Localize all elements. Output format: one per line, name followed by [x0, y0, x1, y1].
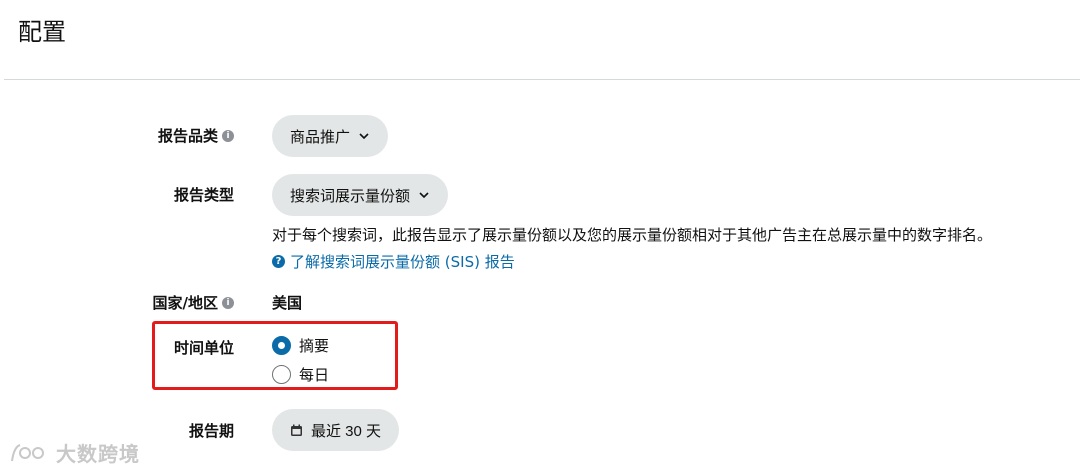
watermark-logo: 大数跨境 — [8, 438, 140, 467]
category-dropdown[interactable]: 商品推广 — [272, 115, 389, 157]
category-label: 报告品类 — [157, 127, 218, 145]
country-label-group: 国家/地区 i — [153, 292, 234, 313]
watermark-text: 大数跨境 — [56, 442, 140, 466]
time-unit-option-daily[interactable]: 每日 — [272, 364, 329, 385]
info-icon[interactable]: i — [222, 129, 234, 142]
report-period-label: 报告期 — [188, 422, 234, 440]
radio-selected-icon[interactable] — [272, 336, 291, 355]
report-type-description: 对于每个搜索词，此报告显示了展示量份额以及您的展示量份额相对于其他广告主在总展示… — [272, 226, 993, 244]
configuration-page: 配置 报告品类 i 商品推广 报告类型 搜索词展示量份额 对于每个搜索词，此报告… — [0, 0, 1080, 471]
time-unit-option-label: 每日 — [299, 366, 330, 384]
time-unit-label-group: 时间单位 — [174, 337, 234, 358]
report-period-picker[interactable]: 最近 30 天 — [272, 409, 400, 451]
report-type-label-group: 报告类型 — [174, 184, 234, 205]
radio-unselected-icon[interactable] — [272, 365, 291, 384]
chevron-down-icon — [419, 192, 429, 199]
help-link-text: 了解搜索词展示量份额 (SIS) 报告 — [290, 253, 515, 271]
report-type-label: 报告类型 — [173, 186, 234, 204]
chevron-down-icon — [359, 133, 369, 140]
time-unit-label: 时间单位 — [173, 339, 234, 357]
report-period-value: 最近 30 天 — [311, 422, 382, 440]
help-circle-icon: ? — [272, 255, 285, 268]
report-type-value: 搜索词展示量份额 — [290, 187, 411, 205]
page-title: 配置 — [18, 18, 66, 46]
watermark-icon — [11, 443, 44, 461]
country-label: 国家/地区 — [152, 294, 218, 312]
header-divider — [4, 79, 1080, 80]
time-unit-option-label: 摘要 — [299, 337, 330, 355]
report-period-label-group: 报告期 — [189, 420, 234, 441]
country-value: 美国 — [272, 294, 303, 312]
category-value: 商品推广 — [290, 128, 351, 146]
calendar-icon — [291, 424, 302, 436]
info-icon[interactable]: i — [222, 296, 234, 309]
report-type-dropdown[interactable]: 搜索词展示量份额 — [272, 174, 449, 216]
sis-report-help-link[interactable]: ? 了解搜索词展示量份额 (SIS) 报告 — [272, 251, 515, 272]
category-label-group: 报告品类 i — [158, 125, 234, 146]
time-unit-option-summary[interactable]: 摘要 — [272, 335, 329, 356]
